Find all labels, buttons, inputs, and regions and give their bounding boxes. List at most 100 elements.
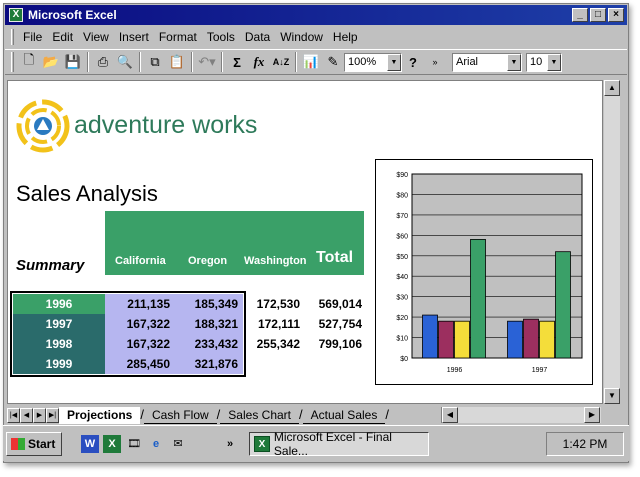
california-cell[interactable]: 285,450 xyxy=(108,354,170,374)
menu-help[interactable]: Help xyxy=(328,30,363,44)
excel-icon[interactable]: X xyxy=(103,435,121,453)
x-tick-label: 1997 xyxy=(532,367,548,374)
drawing-icon[interactable]: ✎ xyxy=(322,51,344,73)
title-bar[interactable]: X Microsoft Excel _ □ × xyxy=(5,5,627,25)
new-file-icon[interactable]: 🗋 xyxy=(18,51,40,73)
bar[interactable] xyxy=(422,314,438,359)
undo-icon[interactable]: ↶▾ xyxy=(196,51,218,73)
horizontal-scrollbar[interactable]: ◀ ▶ xyxy=(441,407,601,423)
scroll-up-icon[interactable]: ▲ xyxy=(604,80,620,96)
bar[interactable] xyxy=(438,320,454,359)
more-buttons-icon[interactable]: » xyxy=(424,51,446,73)
font-select[interactable]: Arial ▼ xyxy=(452,52,522,72)
menu-view[interactable]: View xyxy=(78,30,114,44)
oregon-cell[interactable]: 321,876 xyxy=(176,354,238,374)
bar[interactable] xyxy=(470,239,486,359)
help-icon[interactable]: ? xyxy=(402,51,424,73)
chevron-down-icon[interactable]: ▼ xyxy=(507,53,521,71)
washington-cell[interactable]: 255,342 xyxy=(248,334,300,354)
print-preview-icon[interactable]: 🔍 xyxy=(114,51,136,73)
header-california[interactable]: California xyxy=(115,255,166,267)
menu-data[interactable]: Data xyxy=(240,30,275,44)
first-sheet-icon[interactable]: |◀ xyxy=(7,407,20,423)
oregon-cell[interactable]: 233,432 xyxy=(176,334,238,354)
vertical-scrollbar[interactable]: ▲ ▼ xyxy=(604,80,620,404)
sort-ascending-icon[interactable]: A↓Z xyxy=(270,51,292,73)
maximize-button[interactable]: □ xyxy=(590,8,606,22)
next-sheet-icon[interactable]: ▶ xyxy=(33,407,46,423)
clock[interactable]: 1:42 PM xyxy=(563,437,608,451)
menu-edit[interactable]: Edit xyxy=(47,30,78,44)
toolbar-grip[interactable] xyxy=(11,52,14,72)
start-button[interactable]: Start xyxy=(6,432,62,456)
menu-insert[interactable]: Insert xyxy=(114,30,154,44)
sales-bar-chart[interactable]: $0 $10 $20 $30 $40 $50 $60 $70 $80 $90 1996 1997 xyxy=(376,160,592,384)
year-cell[interactable]: 1996 xyxy=(13,294,105,314)
california-cell[interactable]: 211,135 xyxy=(108,294,170,314)
function-icon[interactable]: fx xyxy=(248,51,270,73)
washington-cell[interactable]: 172,530 xyxy=(248,294,300,314)
open-folder-icon[interactable]: 📂 xyxy=(40,51,62,73)
prev-sheet-icon[interactable]: ◀ xyxy=(20,407,33,423)
excel-window: X Microsoft Excel _ □ × File Edit View I… xyxy=(3,3,629,463)
zoom-select[interactable]: 100% ▼ xyxy=(344,52,402,72)
chart-wizard-icon[interactable]: 📊 xyxy=(300,51,322,73)
california-cell[interactable]: 167,322 xyxy=(108,334,170,354)
bar[interactable] xyxy=(555,251,571,359)
word-icon[interactable]: W xyxy=(81,435,99,453)
tab-actual-sales[interactable]: Actual Sales xyxy=(302,407,386,424)
task-button-label: Microsoft Excel - Final Sale... xyxy=(273,430,392,458)
save-icon[interactable]: 💾 xyxy=(62,51,84,73)
worksheet-area[interactable]: adventure works Sales Analysis Californi… xyxy=(7,80,603,404)
bar[interactable] xyxy=(507,320,523,359)
menu-window[interactable]: Window xyxy=(275,30,328,44)
tab-cash-flow[interactable]: Cash Flow xyxy=(143,407,217,424)
bar[interactable] xyxy=(523,318,539,359)
font-size-select[interactable]: 10 ▼ xyxy=(526,52,562,72)
minimize-button[interactable]: _ xyxy=(572,8,588,22)
scroll-left-icon[interactable]: ◀ xyxy=(442,407,458,423)
more-quicklaunch-icon[interactable]: » xyxy=(221,435,239,453)
font-value: Arial xyxy=(456,56,479,68)
tab-sales-chart[interactable]: Sales Chart xyxy=(220,407,299,424)
header-washington[interactable]: Washington xyxy=(244,255,307,267)
menu-grip[interactable] xyxy=(11,29,14,45)
tab-projections[interactable]: Projections xyxy=(59,406,141,424)
california-cell[interactable]: 167,322 xyxy=(108,314,170,334)
print-icon[interactable]: ⎙ xyxy=(92,51,114,73)
sheet-title: Sales Analysis xyxy=(16,181,158,206)
menu-file[interactable]: File xyxy=(18,30,47,44)
header-total[interactable]: Total xyxy=(316,249,353,267)
year-cell[interactable]: 1997 xyxy=(13,314,105,334)
total-cell[interactable]: 799,106 xyxy=(308,334,362,354)
oregon-cell[interactable]: 188,321 xyxy=(176,314,238,334)
bar[interactable] xyxy=(454,320,470,359)
menu-tools[interactable]: Tools xyxy=(202,30,240,44)
outlook-icon[interactable]: ✉ xyxy=(169,435,187,453)
powerpoint-icon[interactable]: 🎞 xyxy=(125,435,143,453)
chevron-down-icon[interactable]: ▼ xyxy=(387,53,401,71)
paste-icon[interactable]: 📋 xyxy=(166,51,188,73)
chevron-down-icon[interactable]: ▼ xyxy=(547,53,561,71)
standard-toolbar: 🗋 📂 💾 ⎙ 🔍 ⧉ 📋 ↶▾ Σ fx A↓Z 📊 ✎ 100% ▼ ? »… xyxy=(5,49,627,75)
washington-cell[interactable]: 172,111 xyxy=(248,314,300,334)
bar[interactable] xyxy=(539,320,555,359)
scroll-right-icon[interactable]: ▶ xyxy=(584,407,600,423)
excel-app-icon[interactable]: X xyxy=(9,8,23,22)
copy-icon[interactable]: ⧉ xyxy=(144,51,166,73)
scroll-down-icon[interactable]: ▼ xyxy=(604,388,620,404)
total-cell[interactable]: 569,014 xyxy=(308,294,362,314)
year-cell[interactable]: 1999 xyxy=(13,354,105,374)
oregon-cell[interactable]: 185,349 xyxy=(176,294,238,314)
embedded-chart[interactable]: $0 $10 $20 $30 $40 $50 $60 $70 $80 $90 1996 1997 xyxy=(375,159,593,385)
total-cell[interactable]: 527,754 xyxy=(308,314,362,334)
header-oregon[interactable]: Oregon xyxy=(188,255,227,267)
task-button-excel[interactable]: X Microsoft Excel - Final Sale... xyxy=(249,430,429,458)
close-button[interactable]: × xyxy=(608,8,624,22)
summary-label[interactable]: Summary xyxy=(16,257,84,274)
last-sheet-icon[interactable]: ▶| xyxy=(46,407,59,423)
year-cell[interactable]: 1998 xyxy=(13,334,105,354)
menu-format[interactable]: Format xyxy=(154,30,202,44)
autosum-icon[interactable]: Σ xyxy=(226,51,248,73)
internet-explorer-icon[interactable]: e xyxy=(147,435,165,453)
